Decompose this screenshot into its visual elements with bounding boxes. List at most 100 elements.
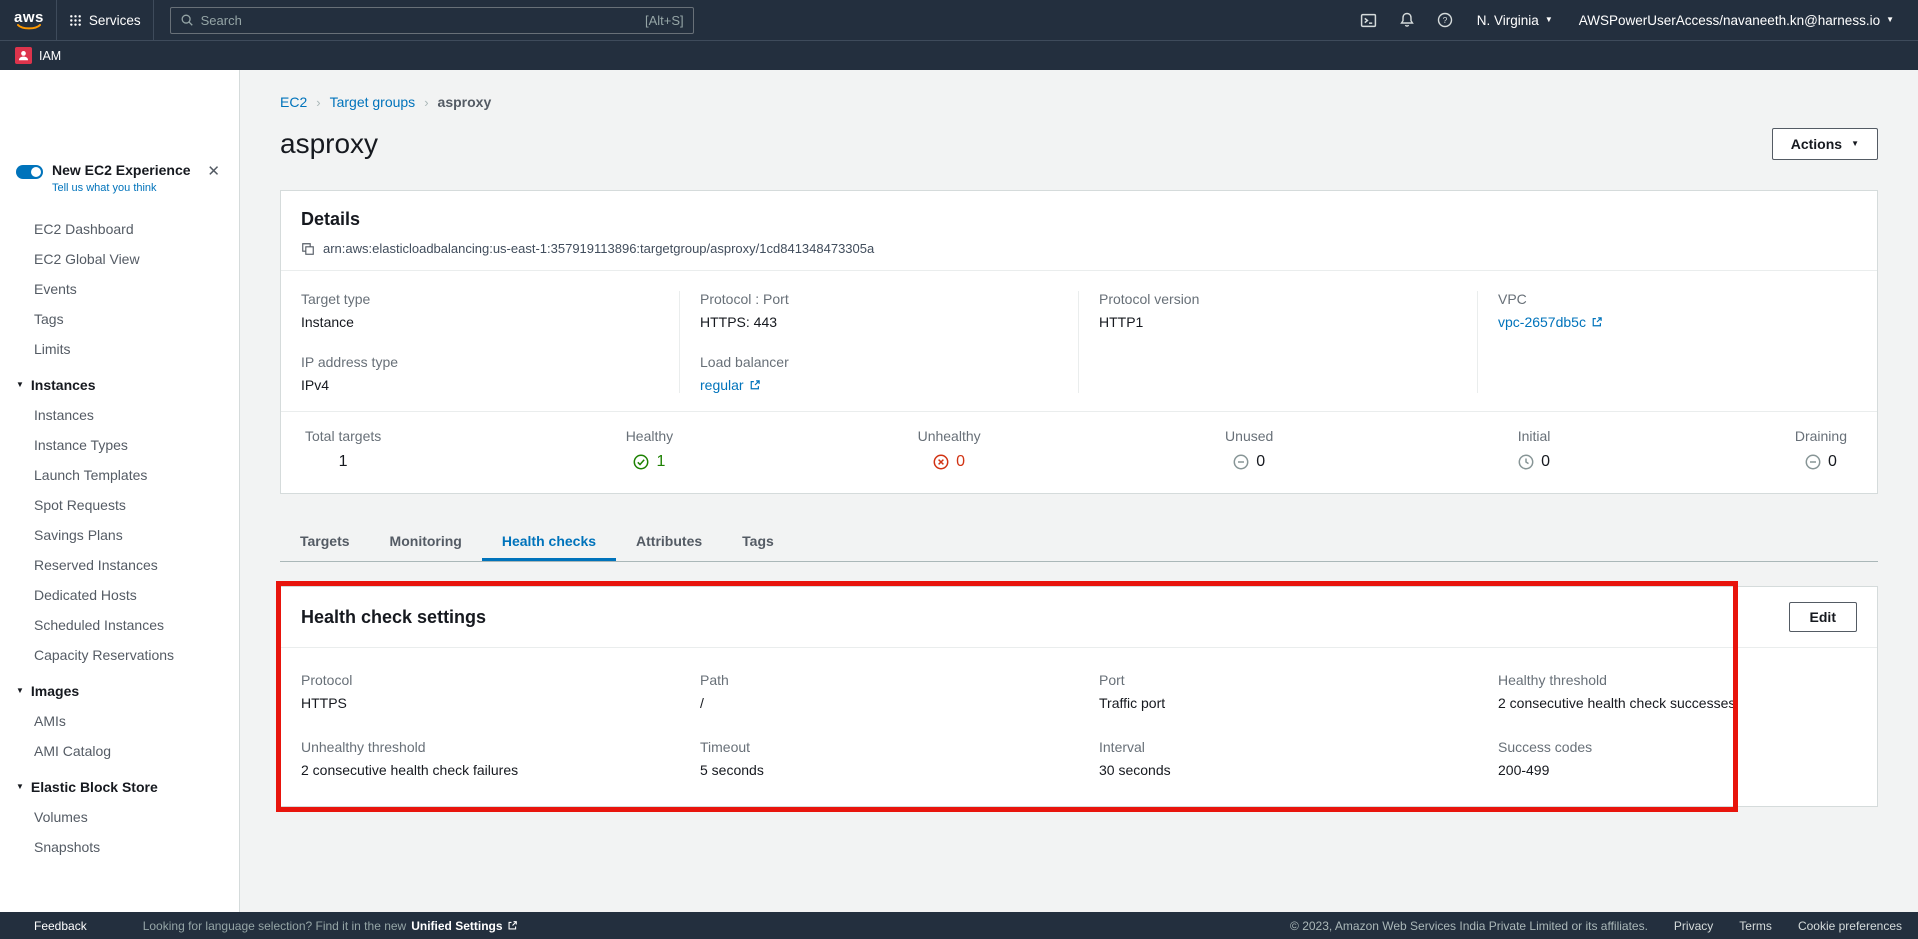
caret-down-icon: ▼ (16, 783, 24, 791)
sidebar-item-limits[interactable]: Limits (0, 334, 239, 364)
sidebar-item-dedicated-hosts[interactable]: Dedicated Hosts (0, 580, 239, 610)
sidebar-item-snapshots[interactable]: Snapshots (0, 832, 239, 862)
details-fields: Target type Instance IP address type IPv… (281, 271, 1877, 411)
services-label: Services (89, 13, 141, 28)
sidebar-item-events[interactable]: Events (0, 274, 239, 304)
field-label: Path (700, 672, 1059, 688)
stat-label: Total targets (305, 428, 381, 444)
notifications-button[interactable] (1391, 4, 1423, 36)
sidebar-section-elastic-block-store[interactable]: ▼ Elastic Block Store (0, 772, 239, 802)
iam-service-icon (15, 47, 32, 64)
stat-value: 0 (1541, 453, 1550, 471)
stat-value: 0 (1828, 453, 1837, 471)
field-label: Unhealthy threshold (301, 739, 660, 755)
edit-button[interactable]: Edit (1789, 602, 1857, 632)
tab-monitoring[interactable]: Monitoring (370, 522, 482, 561)
sidebar-item-amis[interactable]: AMIs (0, 706, 239, 736)
feedback-button[interactable]: Feedback (34, 919, 87, 933)
sidebar-item-scheduled-instances[interactable]: Scheduled Instances (0, 610, 239, 640)
privacy-link[interactable]: Privacy (1674, 919, 1713, 933)
sidebar-item-capacity-reservations[interactable]: Capacity Reservations (0, 640, 239, 670)
cookie-preferences-link[interactable]: Cookie preferences (1798, 919, 1902, 933)
field-value: 200-499 (1498, 762, 1857, 778)
tab-targets[interactable]: Targets (280, 522, 370, 561)
help-button[interactable]: ? (1429, 4, 1461, 36)
actions-button[interactable]: Actions ▼ (1772, 128, 1878, 160)
sidebar-item-ec2-global-view[interactable]: EC2 Global View (0, 244, 239, 274)
language-notice-text: Looking for language selection? Find it … (143, 919, 407, 933)
aws-smile-icon (17, 24, 41, 30)
bell-icon (1399, 12, 1415, 28)
field-label: Timeout (700, 739, 1059, 755)
search-input[interactable] (201, 13, 638, 28)
account-label: AWSPowerUserAccess/navaneeth.kn@harness.… (1579, 13, 1880, 28)
minus-circle-icon (1233, 454, 1249, 470)
field-label: Interval (1099, 739, 1458, 755)
new-experience-box: New EC2 Experience Tell us what you thin… (16, 162, 223, 194)
terms-link[interactable]: Terms (1739, 919, 1772, 933)
sidebar-item-volumes[interactable]: Volumes (0, 802, 239, 832)
sidebar-item-reserved-instances[interactable]: Reserved Instances (0, 550, 239, 580)
cloudshell-button[interactable] (1353, 4, 1385, 36)
field-value: IPv4 (301, 377, 659, 393)
top-navigation-bar: aws Services [Alt+S] ? N. Virginia ▼ AWS… (0, 0, 1918, 40)
actions-button-label: Actions (1791, 136, 1842, 152)
breadcrumb-link-ec2[interactable]: EC2 (280, 94, 307, 110)
details-card: Details arn:aws:elasticloadbalancing:us-… (280, 190, 1878, 494)
unified-settings-link[interactable]: Unified Settings (411, 919, 517, 933)
copy-icon (301, 242, 315, 256)
breadcrumb-current: asproxy (438, 94, 492, 110)
field-label: Healthy threshold (1498, 672, 1857, 688)
breadcrumb: EC2 › Target groups › asproxy (280, 94, 1878, 110)
copy-arn-button[interactable] (301, 242, 315, 256)
stat-value: 0 (1256, 453, 1265, 471)
sidebar-item-ec2-dashboard[interactable]: EC2 Dashboard (0, 214, 239, 244)
sidebar-section-label: Images (31, 683, 79, 699)
chevron-right-icon: › (316, 95, 320, 110)
footer: Feedback Looking for language selection?… (0, 912, 1918, 939)
sidebar: New EC2 Experience Tell us what you thin… (0, 70, 240, 912)
clock-icon (1518, 454, 1534, 470)
services-menu-button[interactable]: Services (56, 0, 154, 40)
tab-bar: Targets Monitoring Health checks Attribu… (280, 522, 1878, 562)
load-balancer-link[interactable]: regular (700, 377, 761, 393)
stat-label: Unused (1225, 428, 1273, 444)
stat-value: 1 (656, 453, 665, 471)
field-label: Port (1099, 672, 1458, 688)
check-circle-icon (633, 454, 649, 470)
tab-tags[interactable]: Tags (722, 522, 794, 561)
tab-health-checks[interactable]: Health checks (482, 522, 616, 561)
tab-attributes[interactable]: Attributes (616, 522, 722, 561)
breadcrumb-link-target-groups[interactable]: Target groups (330, 94, 416, 110)
new-experience-title: New EC2 Experience (52, 162, 191, 178)
field-value: 2 consecutive health check failures (301, 762, 660, 778)
sidebar-item-ami-catalog[interactable]: AMI Catalog (0, 736, 239, 766)
sidebar-section-images[interactable]: ▼ Images (0, 676, 239, 706)
sidebar-item-instances[interactable]: Instances (0, 400, 239, 430)
aws-logo[interactable]: aws (14, 11, 44, 30)
sidebar-item-instance-types[interactable]: Instance Types (0, 430, 239, 460)
sidebar-section-instances[interactable]: ▼ Instances (0, 370, 239, 400)
sidebar-item-tags[interactable]: Tags (0, 304, 239, 334)
close-icon[interactable]: ✕ (204, 162, 223, 180)
stat-label: Initial (1518, 428, 1551, 444)
region-selector[interactable]: N. Virginia ▼ (1467, 0, 1563, 40)
vpc-link[interactable]: vpc-2657db5c (1498, 314, 1603, 330)
svg-text:?: ? (1442, 15, 1447, 25)
stat-unhealthy: Unhealthy 0 (918, 428, 981, 471)
page-title: asproxy (280, 128, 378, 160)
search-box[interactable]: [Alt+S] (170, 7, 694, 34)
new-experience-toggle[interactable] (16, 165, 43, 179)
caret-down-icon: ▼ (1886, 16, 1894, 24)
iam-shortcut[interactable]: IAM (15, 47, 61, 64)
question-circle-icon: ? (1437, 12, 1453, 28)
load-balancer-link-label: regular (700, 377, 744, 393)
sidebar-item-spot-requests[interactable]: Spot Requests (0, 490, 239, 520)
sidebar-item-savings-plans[interactable]: Savings Plans (0, 520, 239, 550)
account-menu[interactable]: AWSPowerUserAccess/navaneeth.kn@harness.… (1569, 0, 1904, 40)
stat-label: Unhealthy (918, 428, 981, 444)
tell-us-link[interactable]: Tell us what you think (52, 182, 157, 194)
target-health-summary: Total targets 1 Healthy 1 Unhealthy 0 (281, 411, 1877, 493)
sidebar-item-launch-templates[interactable]: Launch Templates (0, 460, 239, 490)
search-icon (180, 13, 194, 27)
